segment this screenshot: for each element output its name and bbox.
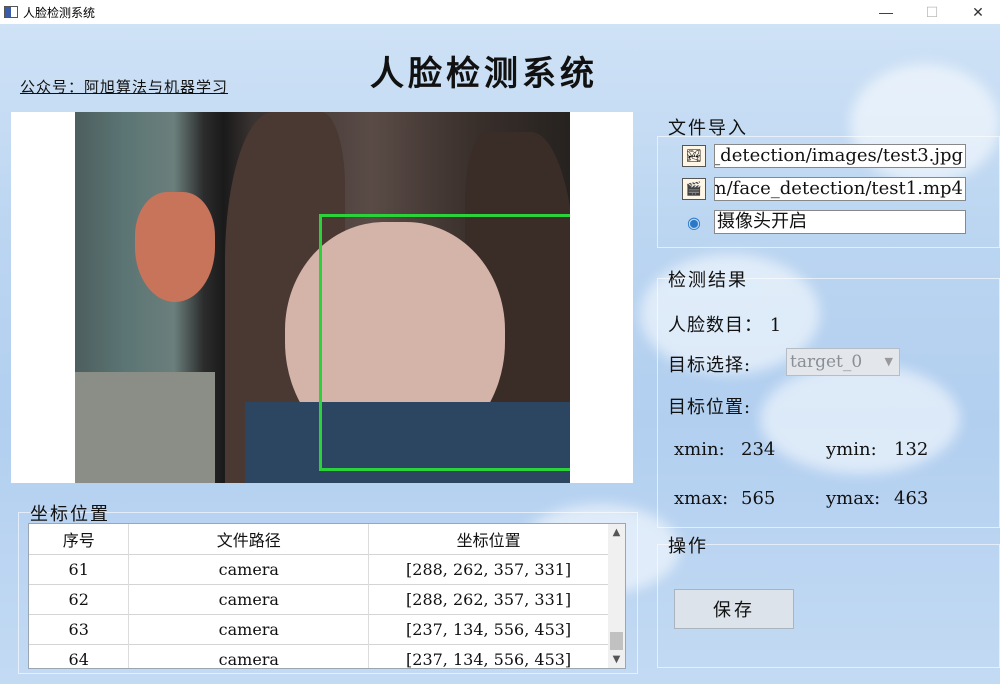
header-index[interactable]: 序号: [29, 524, 130, 554]
video-path-field[interactable]: am/face_detection/test1.mp4: [714, 177, 966, 201]
target-select-value: target_0: [790, 352, 863, 372]
close-button[interactable]: ✕: [955, 0, 1000, 24]
camera-row: ◉ 摄像头开启: [682, 210, 966, 234]
face-count-row: 人脸数目： 1: [668, 311, 782, 337]
video-icon[interactable]: 🎬: [682, 178, 706, 200]
xmin-label: xmin:: [674, 439, 725, 460]
cell-file-path: camera: [128, 583, 370, 614]
ymin-value: 132: [894, 439, 929, 460]
main-window: 人脸检测系统 公众号：阿旭算法与机器学习 文件导入 🏞 e_detection/…: [0, 24, 1000, 684]
app-icon: [4, 6, 18, 18]
cell-file-path: camera: [128, 643, 370, 668]
file-import-title: 文件导入: [668, 118, 748, 139]
detected-photo: [75, 112, 570, 483]
header-file-path[interactable]: 文件路径: [128, 524, 370, 554]
chevron-down-icon: ▼: [884, 355, 893, 368]
camera-icon[interactable]: ◉: [682, 211, 706, 233]
window-title: 人脸检测系统: [23, 5, 96, 20]
xmax-value: 565: [741, 488, 776, 509]
target-position-label: 目标位置:: [668, 397, 752, 418]
xmin-value: 234: [741, 439, 776, 460]
photo-lamp: [135, 192, 215, 302]
page-title: 人脸检测系统: [370, 54, 598, 94]
camera-field[interactable]: 摄像头开启: [714, 210, 966, 234]
coords-table-grid: 序号 文件路径 坐标位置 61 camera [288, 262, 357, 3…: [29, 524, 609, 668]
scroll-up-icon[interactable]: ▲: [608, 524, 625, 541]
video-import-row: 🎬 am/face_detection/test1.mp4: [682, 177, 966, 201]
results-title: 检测结果: [668, 270, 748, 291]
cell-index: 61: [29, 553, 130, 584]
ymax-value: 463: [894, 488, 929, 509]
ymax-label: ymax:: [826, 488, 881, 509]
scroll-down-icon[interactable]: ▼: [608, 651, 625, 668]
table-row[interactable]: 61 camera [288, 262, 357, 331]: [29, 553, 609, 584]
photo-wall: [75, 372, 215, 483]
image-icon[interactable]: 🏞: [682, 145, 706, 167]
table-row[interactable]: 62 camera [288, 262, 357, 331]: [29, 583, 609, 614]
subtitle: 公众号：阿旭算法与机器学习: [20, 78, 229, 96]
minimize-button[interactable]: —: [863, 0, 909, 24]
table-row[interactable]: 63 camera [237, 134, 556, 453]: [29, 613, 609, 644]
face-bounding-box: [319, 214, 570, 471]
video-path-text: am/face_detection/test1.mp4: [714, 178, 963, 199]
header-coords[interactable]: 坐标位置: [368, 524, 609, 554]
table-scrollbar[interactable]: ▲ ▼: [608, 524, 625, 668]
scroll-thumb[interactable]: [610, 632, 623, 650]
face-count-label: 人脸数目：: [668, 315, 763, 336]
save-button[interactable]: 保存: [674, 589, 794, 629]
xmax-label: xmax:: [674, 488, 729, 509]
face-count-value: 1: [769, 315, 783, 336]
table-header-row: 序号 文件路径 坐标位置: [29, 524, 609, 554]
image-path-field[interactable]: e_detection/images/test3.jpg: [714, 144, 966, 168]
ymin-label: ymin:: [826, 439, 877, 460]
cell-file-path: camera: [128, 553, 370, 584]
table-row[interactable]: 64 camera [237, 134, 556, 453]: [29, 643, 609, 668]
coords-table[interactable]: 序号 文件路径 坐标位置 61 camera [288, 262, 357, 3…: [28, 523, 626, 669]
image-import-row: 🏞 e_detection/images/test3.jpg: [682, 144, 966, 168]
cell-coords: [237, 134, 556, 453]: [368, 613, 609, 644]
cell-index: 64: [29, 643, 130, 668]
cell-coords: [288, 262, 357, 331]: [368, 553, 609, 584]
cell-coords: [237, 134, 556, 453]: [368, 643, 609, 668]
maximize-button[interactable]: ☐: [909, 0, 955, 24]
image-display: [11, 112, 633, 483]
cell-index: 63: [29, 613, 130, 644]
image-path-text: e_detection/images/test3.jpg: [714, 145, 963, 166]
target-select-label: 目标选择:: [668, 355, 752, 376]
cell-file-path: camera: [128, 613, 370, 644]
cell-index: 62: [29, 583, 130, 614]
operations-title: 操作: [668, 536, 708, 557]
window-titlebar: 人脸检测系统 — ☐ ✕: [0, 0, 1000, 24]
cell-coords: [288, 262, 357, 331]: [368, 583, 609, 614]
target-select[interactable]: target_0 ▼: [786, 348, 900, 376]
